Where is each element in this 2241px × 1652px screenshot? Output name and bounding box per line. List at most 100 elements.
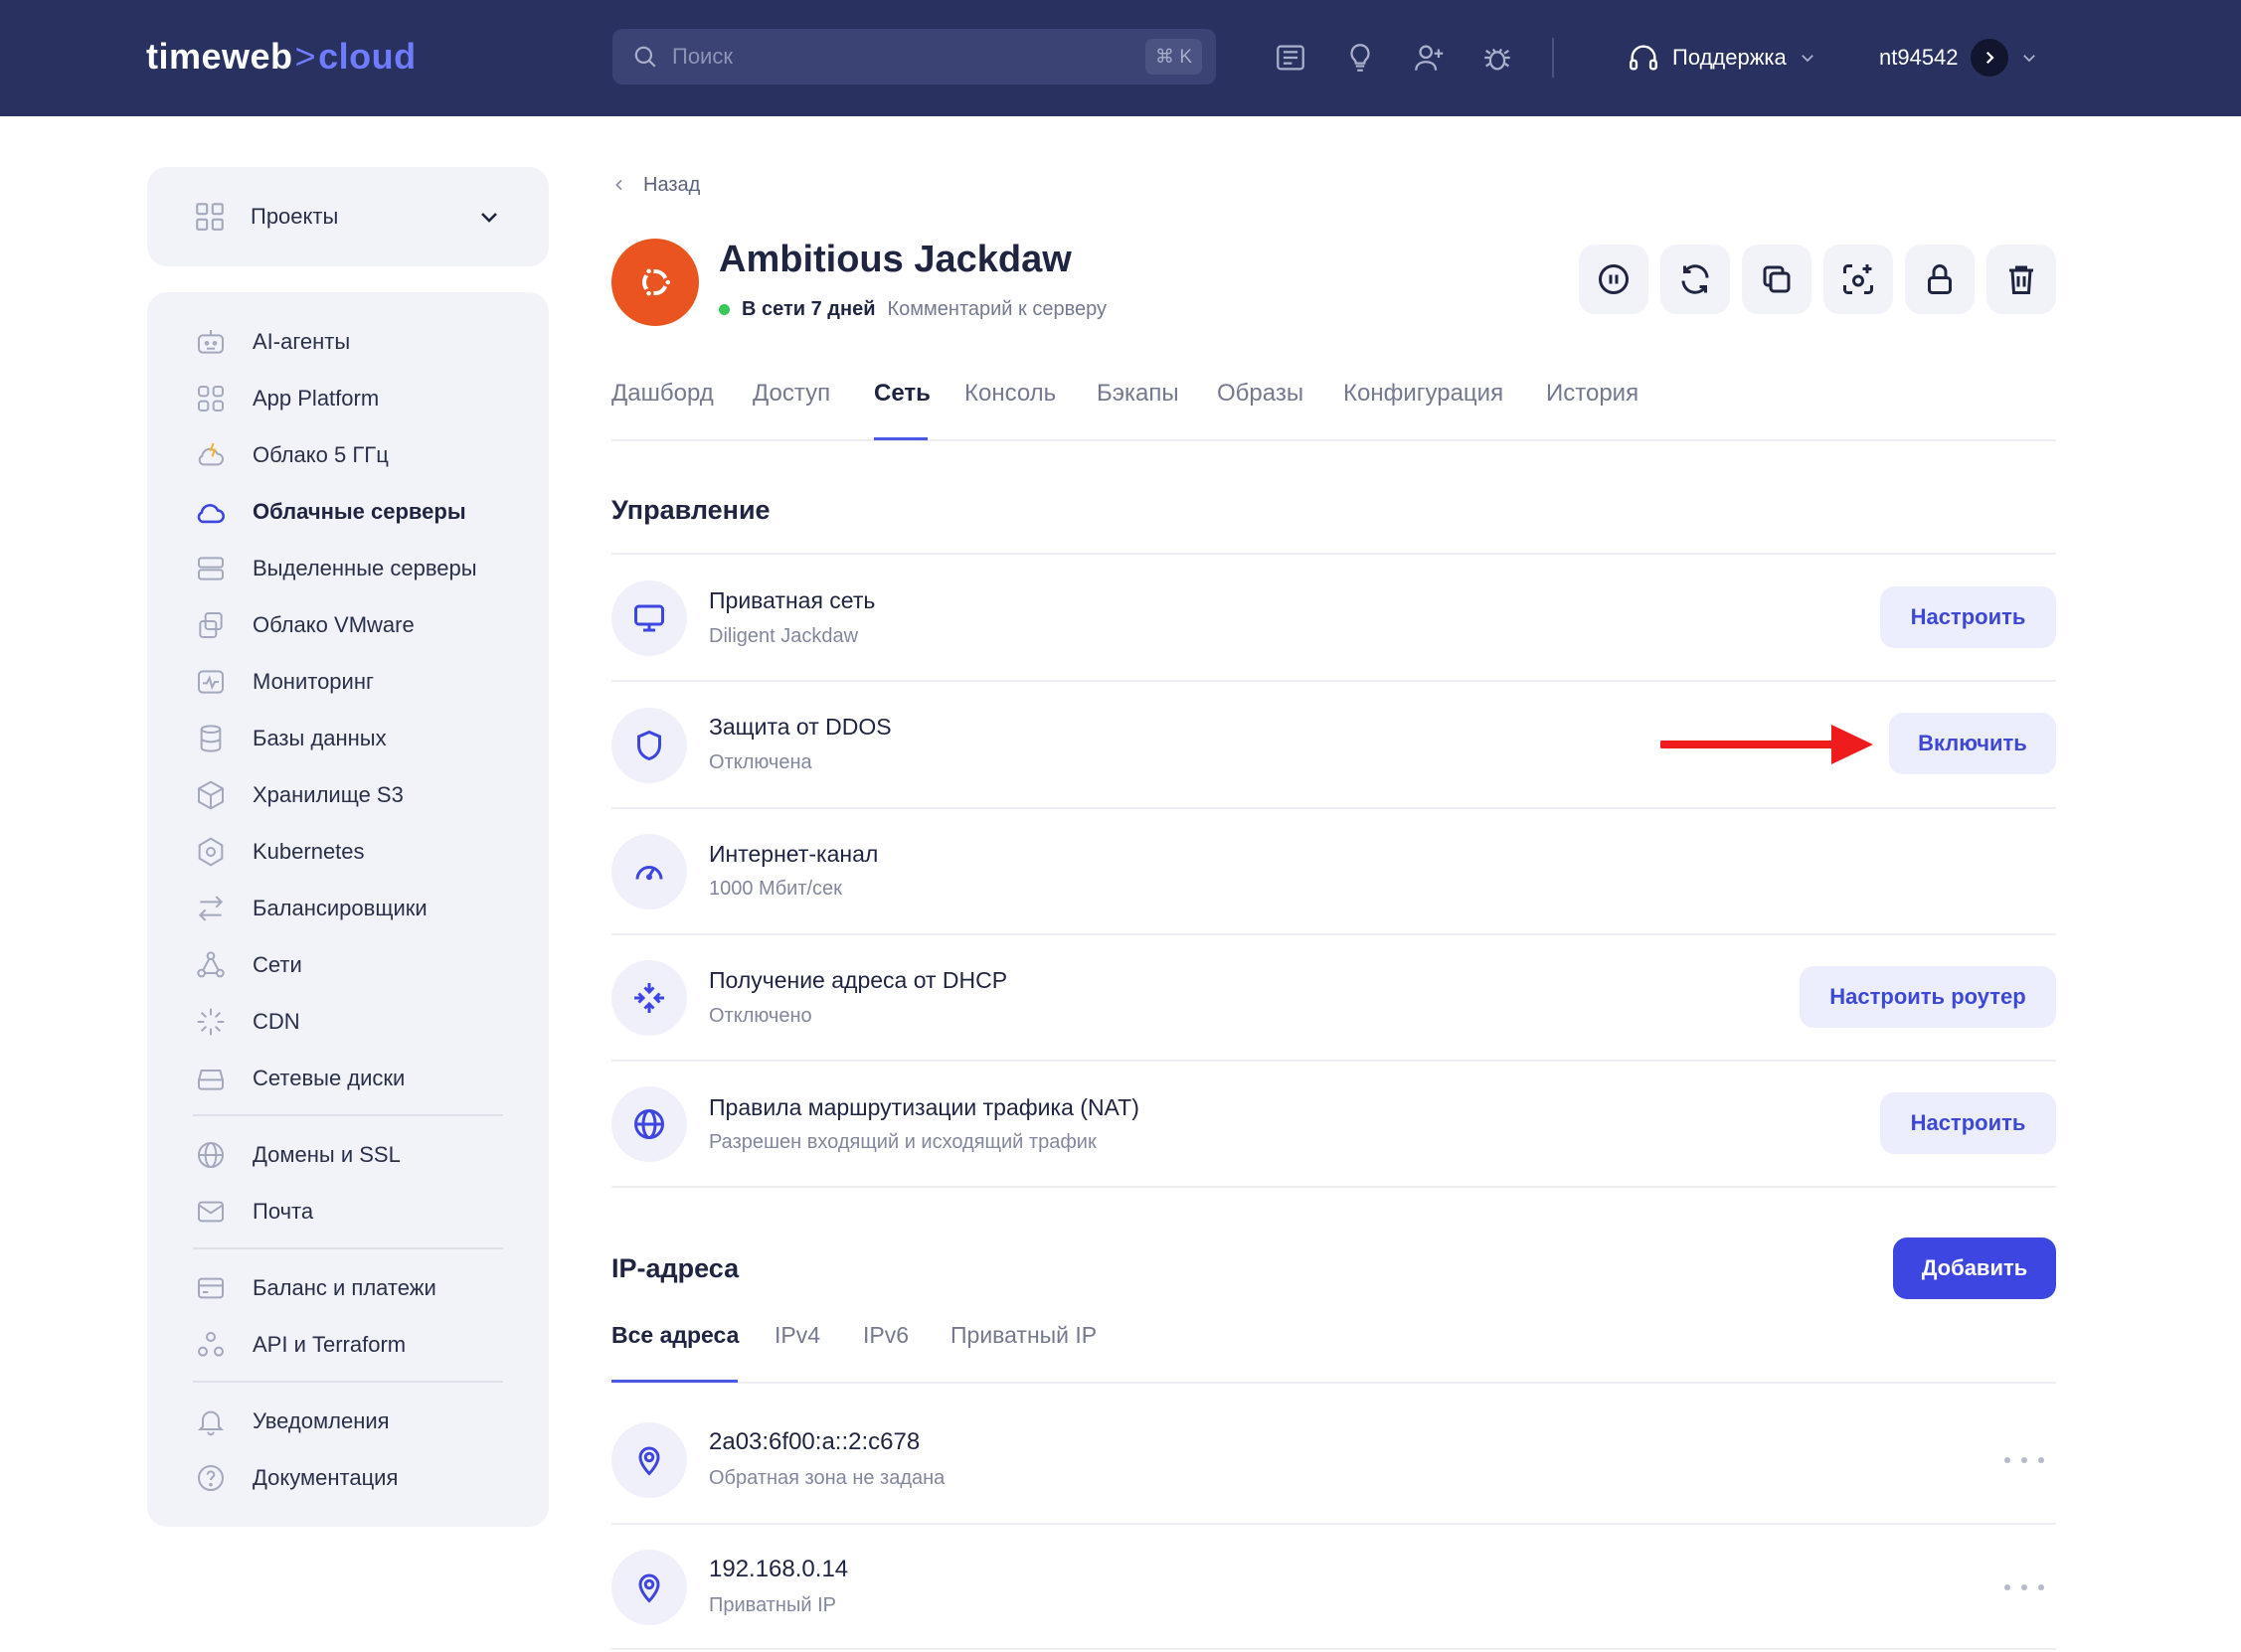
- sidebar-item-dedicated-servers[interactable]: Выделенные серверы: [193, 549, 477, 588]
- sidebar-item-label: App Platform: [253, 386, 380, 411]
- delete-button[interactable]: [1986, 245, 2056, 314]
- speedometer-icon: [611, 834, 687, 909]
- dhcp-status: Отключено: [709, 1005, 812, 1027]
- cube-icon: [193, 777, 229, 813]
- clone-button[interactable]: [1742, 245, 1811, 314]
- status-text: В сети 7 дней: [742, 298, 876, 320]
- more-options-icon[interactable]: [2004, 1577, 2044, 1597]
- sidebar-item-cdn[interactable]: CDN: [193, 1002, 300, 1042]
- sidebar-item-balancers[interactable]: Балансировщики: [193, 889, 428, 928]
- lightbulb-icon[interactable]: [1340, 38, 1380, 78]
- bug-icon[interactable]: [1477, 38, 1517, 78]
- pause-button[interactable]: [1579, 245, 1648, 314]
- server-icon: [193, 551, 229, 586]
- sidebar-item-s3[interactable]: Хранилище S3: [193, 775, 404, 815]
- ddos-protection-title: Защита от DDOS: [709, 714, 892, 740]
- sidebar-divider: [193, 1114, 503, 1116]
- logo-accent: cloud: [318, 36, 417, 77]
- sidebar-item-domains[interactable]: Домены и SSL: [193, 1135, 401, 1175]
- search-shortcut: ⌘ K: [1145, 39, 1202, 75]
- apps-icon: [193, 381, 229, 416]
- tab-access[interactable]: Доступ: [753, 380, 830, 408]
- sidebar-item-vmware[interactable]: Облако VMware: [193, 605, 415, 645]
- chevron-right-icon: [1985, 51, 1994, 65]
- projects-selector[interactable]: Проекты: [147, 167, 549, 266]
- ddos-protection-status: Отключена: [709, 751, 812, 773]
- logo-separator: >: [294, 36, 317, 77]
- username: nt94542: [1879, 45, 1959, 70]
- dhcp-title: Получение адреса от DHCP: [709, 967, 1008, 993]
- lock-button[interactable]: [1905, 245, 1975, 314]
- tab-dashboard[interactable]: Дашборд: [611, 380, 714, 408]
- grid-icon: [196, 203, 224, 231]
- dhcp-icon: [611, 960, 687, 1036]
- tab-private-ip[interactable]: Приватный IP: [950, 1322, 1097, 1349]
- projects-label: Проекты: [251, 204, 339, 229]
- tab-backups[interactable]: Бэкапы: [1097, 380, 1179, 408]
- configure-router-button[interactable]: Настроить роутер: [1800, 966, 2056, 1028]
- sidebar-item-label: Баланс и платежи: [253, 1275, 436, 1300]
- tab-configuration[interactable]: Конфигурация: [1343, 380, 1503, 408]
- tab-ipv4[interactable]: IPv4: [775, 1322, 820, 1349]
- sidebar-item-label: API и Terraform: [253, 1332, 407, 1357]
- snapshot-icon: [1843, 264, 1873, 294]
- back-link[interactable]: Назад: [611, 171, 700, 199]
- sidebar-item-network-disks[interactable]: Сетевые диски: [193, 1059, 405, 1098]
- sidebar-item-ai-agents[interactable]: AI-агенты: [193, 322, 350, 362]
- tab-all-addresses[interactable]: Все адреса: [611, 1322, 739, 1349]
- news-icon[interactable]: [1271, 38, 1310, 78]
- nat-title: Правила маршрутизации трафика (NAT): [709, 1094, 1139, 1120]
- refresh-icon: [1681, 264, 1709, 294]
- tab-history[interactable]: История: [1546, 380, 1638, 408]
- add-ip-button[interactable]: Добавить: [1893, 1238, 2056, 1299]
- sidebar-item-monitoring[interactable]: Мониторинг: [193, 662, 374, 702]
- sidebar-item-kubernetes[interactable]: Kubernetes: [193, 832, 365, 872]
- logo-main: timeweb: [146, 36, 293, 77]
- search-input[interactable]: [672, 44, 1110, 70]
- server-comment-link[interactable]: Комментарий к серверу: [888, 298, 1108, 321]
- monitoring-icon: [193, 664, 229, 700]
- user-menu[interactable]: nt94542: [1879, 38, 2038, 78]
- sidebar-item-label: CDN: [253, 1009, 300, 1034]
- help-icon: [193, 1460, 229, 1496]
- copy-icon: [1763, 265, 1791, 293]
- tab-console[interactable]: Консоль: [964, 380, 1056, 408]
- restart-button[interactable]: [1660, 245, 1730, 314]
- account-arrow-button[interactable]: [1970, 39, 2008, 77]
- globe-icon: [193, 1137, 229, 1173]
- active-tab-indicator: [874, 437, 928, 440]
- sidebar-item-databases[interactable]: Базы данных: [193, 719, 387, 758]
- logo[interactable]: timeweb > cloud: [146, 34, 417, 80]
- sidebar-item-mail[interactable]: Почта: [193, 1192, 313, 1232]
- sidebar-item-label: Облачные серверы: [253, 499, 466, 524]
- sidebar-item-networks[interactable]: Сети: [193, 945, 302, 985]
- server-status: В сети 7 дней Комментарий к серверу: [719, 298, 1107, 321]
- ddos-enable-button[interactable]: Включить: [1889, 713, 2056, 774]
- sidebar-item-docs[interactable]: Документация: [193, 1458, 398, 1498]
- kubernetes-icon: [193, 834, 229, 870]
- more-options-icon[interactable]: [2004, 1450, 2044, 1470]
- snapshot-button[interactable]: [1823, 245, 1893, 314]
- mail-icon: [193, 1194, 229, 1230]
- sidebar-item-label: Облако VMware: [253, 612, 415, 637]
- divider: [611, 553, 2056, 555]
- trash-icon: [2009, 265, 2033, 294]
- sidebar-item-label: Выделенные серверы: [253, 556, 477, 580]
- sidebar-item-api[interactable]: API и Terraform: [193, 1325, 406, 1365]
- nat-configure-button[interactable]: Настроить: [1880, 1092, 2056, 1154]
- sidebar-item-cloud-5ghz[interactable]: Облако 5 ГГц: [193, 435, 389, 475]
- add-user-icon[interactable]: [1409, 38, 1449, 78]
- private-network-configure-button[interactable]: Настроить: [1880, 586, 2056, 648]
- support-menu[interactable]: Поддержка: [1627, 38, 1816, 78]
- divider: [611, 933, 2056, 935]
- tab-ipv6[interactable]: IPv6: [863, 1322, 909, 1349]
- sidebar-item-app-platform[interactable]: App Platform: [193, 379, 379, 418]
- sidebar-item-notifications[interactable]: Уведомления: [193, 1402, 390, 1441]
- search-bar[interactable]: ⌘ K: [612, 29, 1216, 84]
- sidebar-item-cloud-servers[interactable]: Облачные серверы: [193, 492, 466, 532]
- shield-icon: [611, 708, 687, 783]
- sidebar-item-billing[interactable]: Баланс и платежи: [193, 1268, 436, 1308]
- tab-network[interactable]: Сеть: [874, 380, 931, 408]
- chevron-down-icon[interactable]: [2020, 49, 2038, 67]
- tab-images[interactable]: Образы: [1217, 380, 1303, 408]
